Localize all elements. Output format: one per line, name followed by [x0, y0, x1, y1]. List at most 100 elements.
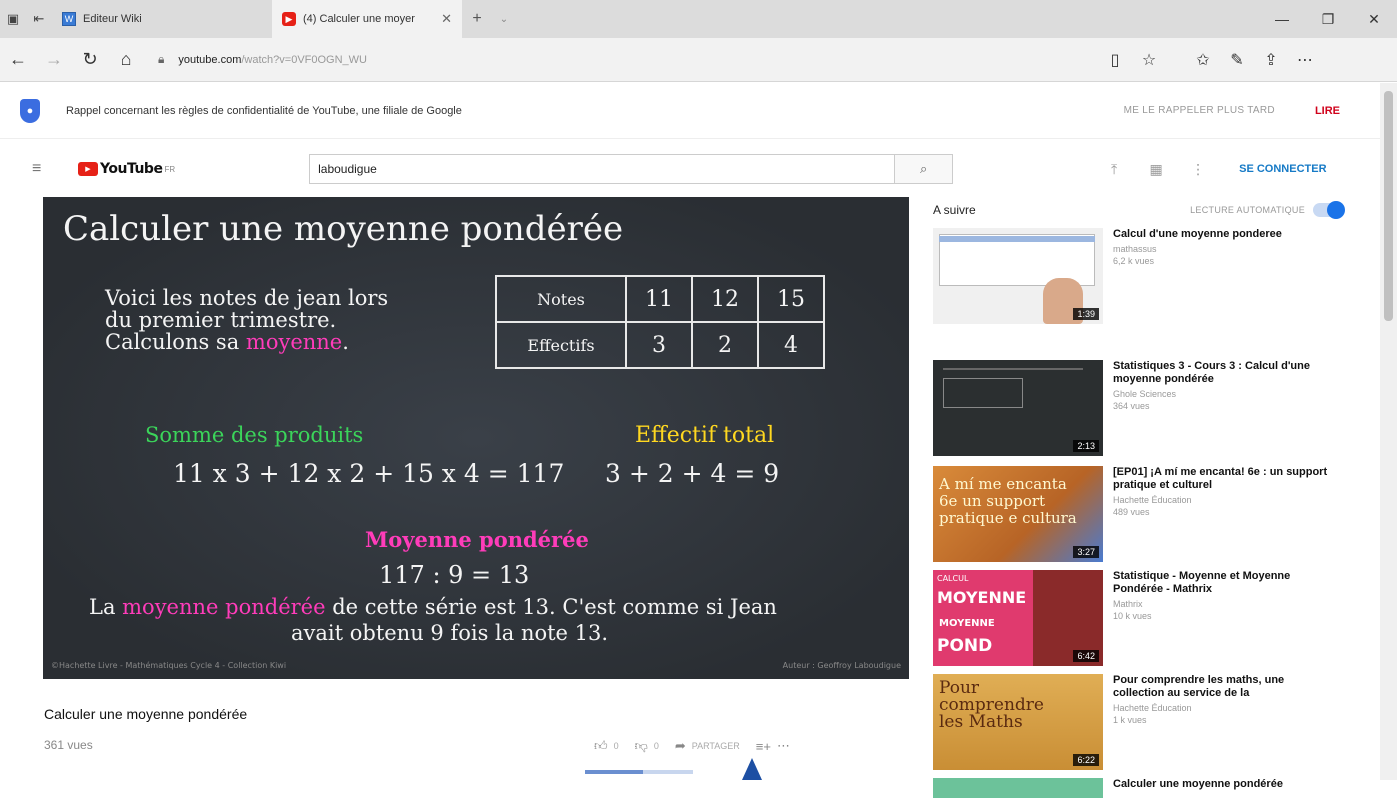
reco-views: 6,2 k vues: [1113, 256, 1155, 266]
tab-list-chevron-icon[interactable]: ⌄: [492, 14, 516, 25]
add-to-playlist-icon[interactable]: ≡+: [756, 739, 771, 754]
privacy-notice: ● Rappel concernant les règles de confid…: [0, 83, 1380, 139]
video-meta: [EP01] ¡A mí me encanta! 6e : un support…: [1113, 466, 1333, 570]
thumbs-up-icon[interactable]: 👍︎: [594, 738, 608, 754]
home-icon[interactable]: ⌂: [108, 49, 144, 70]
more-actions-icon[interactable]: ⋯: [777, 738, 790, 754]
notes-table: Notes 11 12 15 Effectifs 3 2 4: [495, 275, 825, 369]
shield-icon: ●: [20, 98, 40, 123]
list-item[interactable]: Pour comprendre les Maths 6:22 Pour comp…: [933, 674, 1353, 774]
video-player[interactable]: Calculer une moyenne pondérée Voici les …: [43, 197, 909, 679]
sum-products-label: Somme des produits: [145, 423, 364, 447]
kebab-menu-icon[interactable]: ⋮: [1177, 161, 1219, 178]
hamburger-menu-icon[interactable]: ≡: [32, 160, 48, 178]
share-icon[interactable]: ⇪: [1254, 50, 1288, 70]
close-window-icon[interactable]: ✕: [1351, 11, 1397, 28]
video-thumbnail[interactable]: 1:39: [933, 228, 1103, 324]
search-input[interactable]: [309, 154, 896, 184]
table-header: Effectifs: [495, 321, 627, 369]
youtube-logo[interactable]: ▶ YouTube FR: [78, 161, 175, 177]
reco-views: 1 k vues: [1113, 715, 1147, 725]
page-scrollbar[interactable]: [1380, 83, 1397, 780]
video-intro-text: Voici les notes de jean lors du premier …: [105, 286, 389, 354]
reco-title[interactable]: Statistiques 3 - Cours 3 : Calcul d'une …: [1113, 360, 1333, 386]
autoplay-label: LECTURE AUTOMATIQUE: [1190, 205, 1305, 215]
table-cell: 3: [625, 321, 693, 369]
video-thumbnail[interactable]: A mí me encanta 6e un support pratique e…: [933, 466, 1103, 562]
restore-icon[interactable]: ❐: [1305, 11, 1351, 28]
list-item[interactable]: Calculer une moyenne pondérée: [933, 778, 1353, 798]
video-thumbnail[interactable]: 2:13: [933, 360, 1103, 456]
duration-badge: 3:27: [1073, 546, 1099, 558]
reco-title[interactable]: Calcul d'une moyenne ponderee: [1113, 228, 1333, 241]
list-item[interactable]: 1:39 Calcul d'une moyenne ponderee matha…: [933, 228, 1353, 360]
url-path: /watch?v=0VF0OGN_WU: [241, 53, 367, 66]
tab-preview-icon[interactable]: ▣: [0, 0, 26, 38]
sign-in-button[interactable]: SE CONNECTER: [1239, 163, 1326, 175]
table-header: Notes: [495, 275, 627, 323]
reco-views: 364 vues: [1113, 401, 1150, 411]
new-tab-icon[interactable]: +: [462, 10, 492, 28]
up-next-header: A suivre LECTURE AUTOMATIQUE: [933, 200, 1345, 220]
conclusion-line-1: La moyenne pondérée de cette série est 1…: [89, 595, 777, 619]
table-cell: 11: [625, 275, 693, 323]
more-menu-icon[interactable]: ⋯: [1288, 50, 1322, 70]
remind-later-button[interactable]: ME LE RAPPELER PLUS TARD: [1124, 105, 1275, 116]
back-icon[interactable]: ←: [0, 49, 36, 70]
apps-grid-icon[interactable]: ▦: [1135, 161, 1177, 178]
reco-title[interactable]: [EP01] ¡A mí me encanta! 6e : un support…: [1113, 466, 1333, 492]
search-button[interactable]: ⌕: [895, 154, 954, 184]
tab-wiki[interactable]: W Editeur Wiki: [52, 0, 232, 38]
close-tab-icon[interactable]: ✕: [441, 11, 452, 27]
autoplay-toggle[interactable]: [1313, 201, 1345, 219]
reco-views: 489 vues: [1113, 507, 1150, 517]
browser-tab-bar: ▣ ⇤ W Editeur Wiki ▶ (4) Calculer une mo…: [0, 0, 1397, 38]
share-arrow-icon[interactable]: ➦: [675, 738, 686, 754]
read-button[interactable]: LIRE: [1315, 105, 1340, 117]
forward-icon[interactable]: →: [36, 49, 72, 70]
logo-country: FR: [164, 164, 176, 174]
list-item[interactable]: 2:13 Statistiques 3 - Cours 3 : Calcul d…: [933, 360, 1353, 460]
tab-youtube[interactable]: ▶ (4) Calculer une moyer ✕: [272, 0, 462, 38]
reco-channel: Hachette Éducation: [1113, 703, 1192, 713]
weighted-mean-formula: 117 : 9 = 13: [379, 561, 530, 589]
reading-view-icon[interactable]: ▯: [1098, 50, 1132, 70]
thumb-caption: Pour comprendre les Maths: [939, 678, 1044, 732]
video-thumbnail[interactable]: CALCUL MOYENNE MOYENNE POND 6:42: [933, 570, 1103, 666]
list-item[interactable]: A mí me encanta 6e un support pratique e…: [933, 466, 1353, 570]
favorite-star-icon[interactable]: ☆: [1132, 50, 1166, 70]
address-bar-row: ← → ↻ ⌂ 🔒︎ youtube.com/watch?v=0VF0OGN_W…: [0, 38, 1397, 82]
reco-channel: Mathrix: [1113, 599, 1143, 609]
url-field[interactable]: 🔒︎ youtube.com/watch?v=0VF0OGN_WU: [158, 45, 1098, 75]
video-actions: 👍︎ 0 👎︎ 0 ➦ PARTAGER ≡+ ⋯: [594, 738, 796, 754]
minimize-icon[interactable]: —: [1259, 11, 1305, 28]
upload-icon[interactable]: ⤒: [1093, 161, 1135, 178]
thumbs-down-icon[interactable]: 👎︎: [635, 738, 648, 754]
search-icon: ⌕: [919, 161, 928, 176]
video-meta: Statistique - Moyenne et Moyenne Pondéré…: [1113, 570, 1333, 674]
list-item[interactable]: CALCUL MOYENNE MOYENNE POND 6:42 Statist…: [933, 570, 1353, 674]
video-thumbnail[interactable]: [933, 778, 1103, 798]
reco-channel: mathassus: [1113, 244, 1157, 254]
thumb-band-shape: [939, 236, 1095, 242]
logo-text: YouTube: [100, 161, 163, 177]
conclusion-line-2: avait obtenu 9 fois la note 13.: [291, 621, 609, 645]
video-thumbnail[interactable]: Pour comprendre les Maths 6:22: [933, 674, 1103, 770]
thumb-caption: A mí me encanta 6e un support pratique e…: [939, 475, 1077, 527]
reco-title[interactable]: Statistique - Moyenne et Moyenne Pondéré…: [1113, 570, 1333, 596]
header-icons: ⤒ ▦ ⋮: [1093, 161, 1219, 178]
reco-views: 10 k vues: [1113, 611, 1152, 621]
sum-products-formula: 11 x 3 + 12 x 2 + 15 x 4 = 117: [173, 459, 565, 488]
set-aside-tabs-icon[interactable]: ⇤: [26, 0, 52, 38]
refresh-icon[interactable]: ↻: [72, 49, 108, 70]
reco-title[interactable]: Pour comprendre les maths, une collectio…: [1113, 674, 1333, 700]
view-count: 361 vues: [44, 738, 93, 752]
favorites-hub-icon[interactable]: ✩: [1186, 50, 1220, 70]
share-button[interactable]: PARTAGER: [692, 741, 740, 751]
pen-notes-icon[interactable]: ✎: [1220, 50, 1254, 70]
thumb-line-shape: [943, 368, 1083, 370]
video-meta: Calculer une moyenne pondérée: [1113, 778, 1333, 798]
pointer-arrow-icon: [742, 758, 762, 780]
youtube-favicon-icon: ▶: [282, 12, 296, 26]
duration-badge: 6:22: [1073, 754, 1099, 766]
